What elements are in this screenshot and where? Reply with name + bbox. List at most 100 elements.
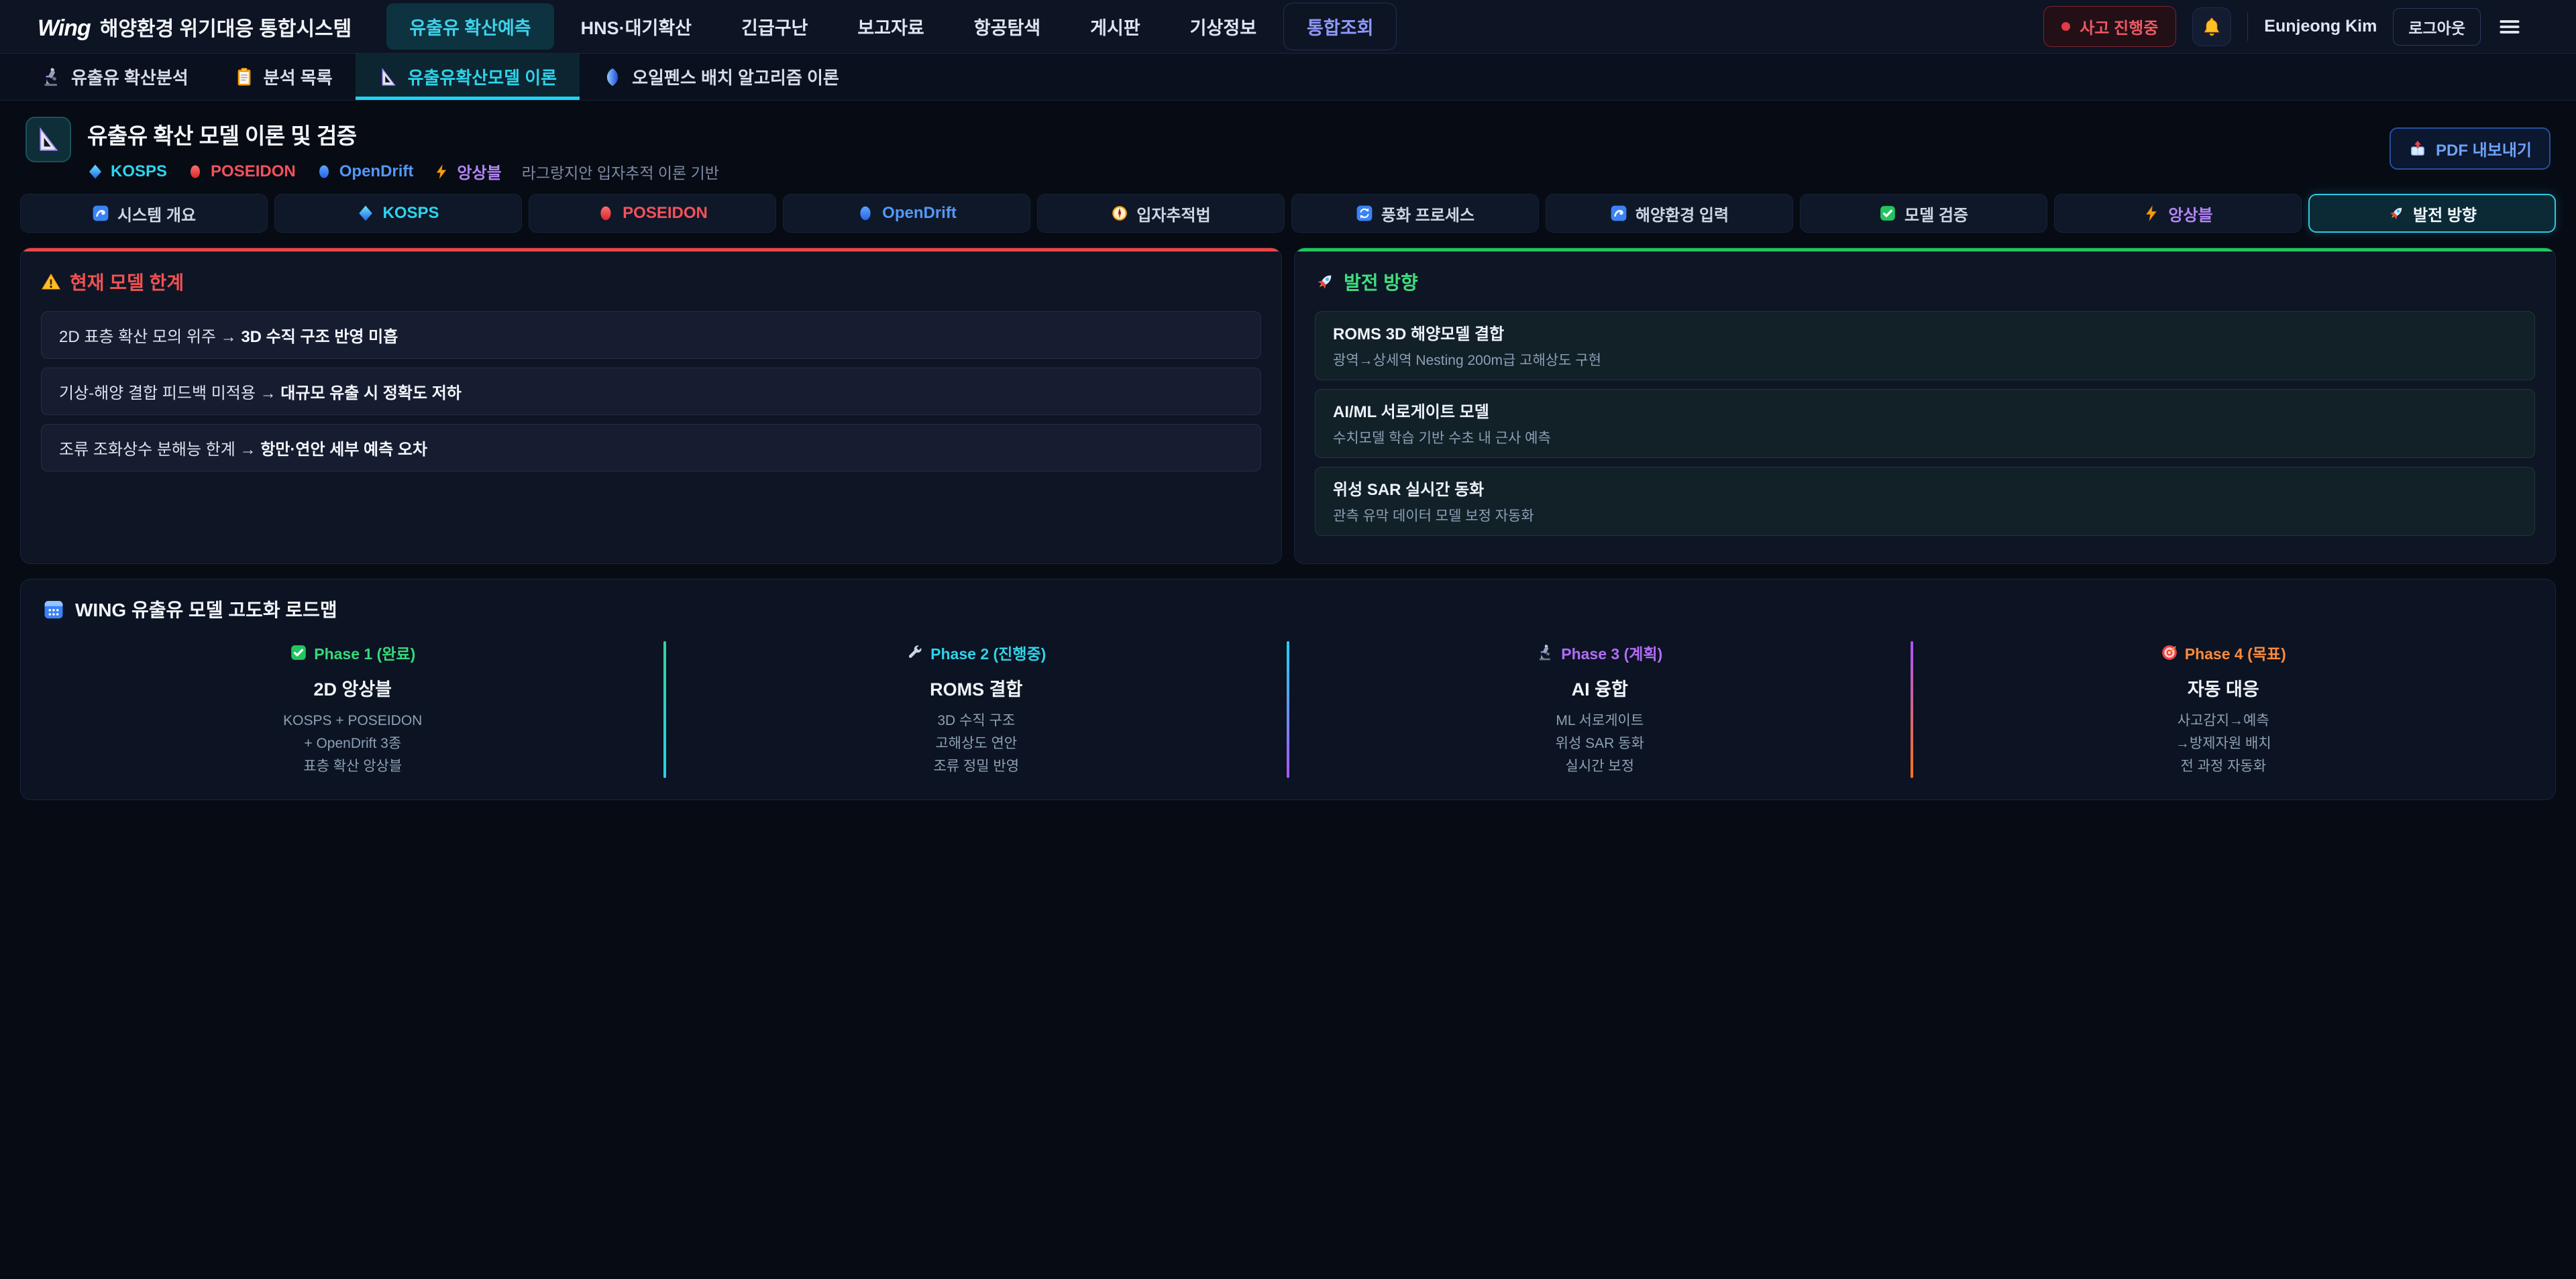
section-tab-chip[interactable]: 풍화 프로세스: [1291, 194, 1539, 233]
topbar-divider: [2247, 13, 2248, 41]
section-tab-label: 해양환경 입력: [1635, 202, 1729, 225]
section-tab-chip[interactable]: 해양환경 입력: [1546, 194, 1793, 233]
roadmap-panel: WING 유출유 모델 고도화 로드맵 Phase 1 (완료) 2D 앙상블 …: [20, 579, 2556, 800]
future-directions-panel: 발전 방향 ROMS 3D 해양모델 결합광역→상세역 Nesting 200m…: [1294, 247, 2556, 564]
wave-icon: [92, 205, 109, 222]
section-tab-chip[interactable]: 모델 검증: [1800, 194, 2047, 233]
phase-status: Phase 4 (목표): [2161, 641, 2286, 664]
page-icon-box: [25, 117, 71, 162]
subnav-item[interactable]: 오일펜스 배치 알고리즘 이론: [580, 54, 862, 100]
future-card: AI/ML 서로게이트 모델수치모델 학습 기반 수초 내 근사 예측: [1315, 389, 2535, 458]
section-tab-chip[interactable]: 발전 방향: [2308, 194, 2556, 233]
section-tab-label: OpenDrift: [882, 204, 957, 223]
roadmap-phases: Phase 1 (완료) 2D 앙상블 KOSPS + POSEIDON+ Op…: [42, 641, 2534, 778]
phase-status-label: Phase 3 (계획): [1561, 641, 1662, 664]
triangle-ruler-icon: [35, 126, 62, 153]
incident-status-badge[interactable]: 사고 진행중: [2043, 6, 2176, 47]
model-badge: OpenDrift: [316, 162, 414, 181]
nav-item[interactable]: 보고자료: [835, 3, 947, 50]
calendar-icon: [42, 598, 65, 620]
bell-icon: [2201, 16, 2222, 38]
microscope-icon: [42, 67, 62, 87]
limits-panel-title: 현재 모델 한계: [41, 268, 1261, 295]
incident-dot-icon: [2061, 22, 2070, 31]
future-card-desc: 수치모델 학습 기반 수초 내 근사 예측: [1333, 427, 2517, 447]
section-tab-chip[interactable]: 입자추적법: [1037, 194, 1285, 233]
limits-title-text: 현재 모델 한계: [70, 268, 184, 295]
header-note: 라그랑지안 입자추적 이론 기반: [522, 160, 719, 183]
model-badge: 앙상블: [433, 160, 501, 183]
check-icon: [290, 644, 307, 661]
section-tab-label: 풍화 프로세스: [1381, 202, 1474, 225]
phase-status: Phase 2 (진행중): [906, 641, 1046, 664]
user-name: Eunjeong Kim: [2264, 17, 2377, 36]
subnav-item-label: 오일펜스 배치 알고리즘 이론: [632, 64, 839, 89]
pdf-export-button[interactable]: PDF 내보내기: [2390, 127, 2551, 170]
subnav-item[interactable]: 유출유 확산분석: [19, 54, 211, 100]
subnav-item[interactable]: 유출유확산모델 이론: [356, 54, 580, 100]
hamburger-menu-button[interactable]: [2497, 14, 2522, 40]
lightning-icon: [433, 164, 449, 180]
red-oval-icon: [187, 164, 203, 180]
pdf-export-label: PDF 내보내기: [2436, 137, 2532, 160]
roadmap-phase: Phase 4 (목표) 자동 대응 사고감지→예측→방제자원 배치전 과정 자…: [1913, 641, 2534, 778]
blue-oval-icon: [316, 164, 332, 180]
section-tab-chip[interactable]: KOSPS: [274, 194, 522, 233]
nav-item[interactable]: 게시판: [1067, 3, 1163, 50]
model-badge-row: KOSPSPOSEIDONOpenDrift앙상블라그랑지안 입자추적 이론 기…: [87, 160, 719, 183]
subnav-item-label: 유출유 확산분석: [71, 64, 189, 89]
panels-row: 현재 모델 한계 2D 표층 확산 모의 위주 → 3D 수직 구조 반영 미흡…: [20, 247, 2556, 564]
roadmap-phase: Phase 1 (완료) 2D 앙상블 KOSPS + POSEIDON+ Op…: [42, 641, 663, 778]
subnav-item[interactable]: 분석 목록: [211, 54, 356, 100]
page-content: 유출유 확산 모델 이론 및 검증 KOSPS POSEIDON OpenDrift…: [0, 101, 2576, 800]
future-card-list: ROMS 3D 해양모델 결합광역→상세역 Nesting 200m급 고해상도…: [1315, 311, 2535, 536]
phase-status: Phase 3 (계획): [1537, 641, 1662, 664]
section-tab-label: 입자추적법: [1136, 202, 1210, 225]
page-title: 유출유 확산 모델 이론 및 검증: [87, 118, 719, 150]
section-tab-chip[interactable]: POSEIDON: [529, 194, 776, 233]
warning-icon: [41, 272, 61, 292]
triangle-ruler-icon: [378, 67, 398, 87]
topbar-right: 사고 진행중 Eunjeong Kim 로그아웃: [2043, 6, 2522, 47]
section-tab-label: POSEIDON: [623, 204, 708, 223]
main-nav: 유출유 확산예측HNS·대기확산긴급구난보고자료항공탐색게시판기상정보통합조회: [386, 3, 1397, 50]
section-tab-chip[interactable]: 앙상블: [2054, 194, 2302, 233]
compass-icon: [1111, 205, 1128, 222]
future-card-title: AI/ML 서로게이트 모델: [1333, 398, 2517, 422]
section-tab-chip[interactable]: OpenDrift: [783, 194, 1030, 233]
clipboard-icon: [234, 67, 254, 87]
hamburger-icon: [2497, 14, 2522, 40]
nav-item[interactable]: 항공탐색: [951, 3, 1063, 50]
phase-name: AI 융합: [1572, 675, 1628, 701]
current-limits-panel: 현재 모델 한계 2D 표층 확산 모의 위주 → 3D 수직 구조 반영 미흡…: [20, 247, 1282, 564]
section-tabs: 시스템 개요 KOSPS POSEIDON OpenDrift 입자추적법 풍화 프로세스…: [20, 194, 2556, 233]
topbar: Wing 해양환경 위기대응 통합시스템 유출유 확산예측HNS·대기확산긴급구…: [0, 0, 2576, 54]
notifications-button[interactable]: [2192, 7, 2231, 46]
target-icon: [2161, 644, 2178, 661]
nav-item[interactable]: 유출유 확산예측: [386, 3, 553, 50]
rocket-icon: [2387, 205, 2405, 222]
phase-details: ML 서로게이트위성 SAR 동화실시간 보정: [1556, 710, 1644, 778]
phase-details: 사고감지→예측→방제자원 배치전 과정 자동화: [2176, 710, 2271, 778]
refresh-icon: [1356, 205, 1373, 222]
limit-item-emphasis: 대규모 유출 시 정확도 저하: [280, 384, 462, 402]
nav-item[interactable]: HNS·대기확산: [558, 3, 714, 50]
section-tab-label: 앙상블: [2168, 202, 2212, 225]
subnav-item-label: 분석 목록: [264, 64, 333, 89]
future-card: 위성 SAR 실시간 동화관측 유막 데이터 모델 보정 자동화: [1315, 467, 2535, 536]
phase-status-label: Phase 2 (진행중): [930, 641, 1046, 664]
nav-item[interactable]: 기상정보: [1167, 3, 1279, 50]
logout-button[interactable]: 로그아웃: [2393, 8, 2481, 46]
pdf-export-icon: [2408, 140, 2427, 158]
nav-item[interactable]: 통합조회: [1283, 3, 1397, 50]
model-badge: KOSPS: [87, 162, 167, 181]
section-tab-chip[interactable]: 시스템 개요: [20, 194, 268, 233]
incident-badge-label: 사고 진행중: [2080, 15, 2158, 38]
limit-item-text: 2D 표층 확산 모의 위주 →: [59, 328, 241, 346]
nav-item[interactable]: 긴급구난: [718, 3, 830, 50]
section-tab-label: 시스템 개요: [117, 202, 196, 225]
wave-icon: [1610, 205, 1627, 222]
check-icon: [1879, 205, 1896, 222]
diamond-icon: [357, 205, 374, 222]
page-header: 유출유 확산 모델 이론 및 검증 KOSPSPOSEIDONOpenDrift…: [20, 101, 2556, 194]
